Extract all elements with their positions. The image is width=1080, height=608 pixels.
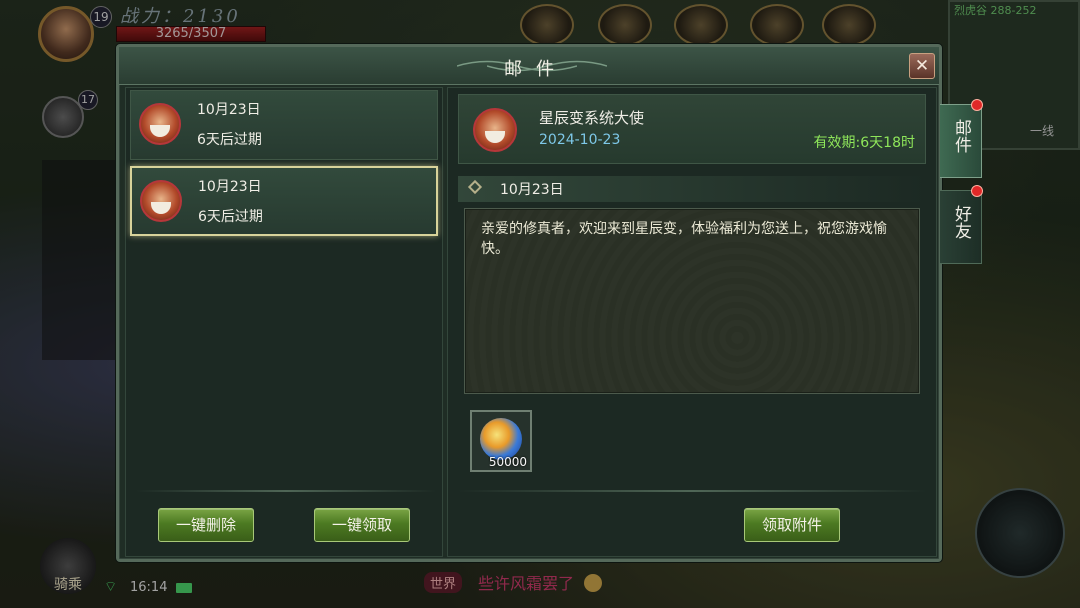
panel-title: 邮件	[504, 59, 568, 80]
sender-header: 星辰变系统大使 2024-10-23 有效期:6天18时	[458, 94, 926, 164]
spirit-orb-icon	[480, 418, 522, 460]
mail-body-text: 亲爱的修真者，欢迎来到星辰变，体验福利为您送上，祝您游戏愉快。	[481, 221, 887, 257]
attachment-count: 50000	[488, 455, 527, 469]
close-button[interactable]: ✕	[909, 53, 935, 79]
validity-period: 有效期:6天18时	[813, 135, 915, 151]
detail-divider	[458, 490, 926, 492]
mail-detail: 星辰变系统大使 2024-10-23 有效期:6天18时 10月23日 亲爱的修…	[447, 87, 937, 557]
mail-expire: 6天后过期	[197, 132, 262, 148]
mail-body: 亲爱的修真者，欢迎来到星辰变，体验福利为您送上，祝您游戏愉快。	[464, 208, 920, 394]
attachment-slot[interactable]: 50000	[470, 410, 532, 472]
list-divider	[136, 490, 436, 492]
mail-list: 10月23日 6天后过期 10月23日 6天后过期 一键删除 一键领取	[125, 87, 443, 557]
panel-header: 邮件 ✕	[119, 47, 939, 85]
sent-date: 2024-10-23	[539, 132, 621, 148]
notification-dot	[971, 99, 983, 111]
notification-dot	[971, 185, 983, 197]
claim-all-button[interactable]: 一键领取	[314, 508, 410, 542]
mail-expire: 6天后过期	[198, 209, 263, 225]
tab-mail[interactable]: 邮件	[940, 99, 983, 178]
mail-subject: 10月23日	[458, 176, 926, 202]
delete-all-button[interactable]: 一键删除	[158, 508, 254, 542]
tab-friends-label: 好友	[951, 205, 971, 239]
sender-avatar-icon	[473, 108, 517, 152]
tab-friends[interactable]: 好友	[940, 185, 983, 264]
sender-avatar-icon	[139, 103, 181, 145]
claim-attachment-button[interactable]: 领取附件	[744, 508, 840, 542]
tab-mail-label: 邮件	[951, 119, 971, 153]
mail-date: 10月23日	[198, 179, 262, 195]
mail-list-item-selected[interactable]: 10月23日 6天后过期	[130, 166, 438, 236]
mail-date: 10月23日	[197, 102, 261, 118]
mail-list-item[interactable]: 10月23日 6天后过期	[130, 90, 438, 160]
mail-panel: 邮件 ✕ 10月23日 6天后过期 10月23日 6天后过期 一键删除 一键领取…	[116, 44, 942, 562]
sender-avatar-icon	[140, 180, 182, 222]
subject-text: 10月23日	[500, 182, 564, 198]
sender-name: 星辰变系统大使	[539, 109, 645, 127]
diamond-bullet-icon	[467, 179, 483, 195]
